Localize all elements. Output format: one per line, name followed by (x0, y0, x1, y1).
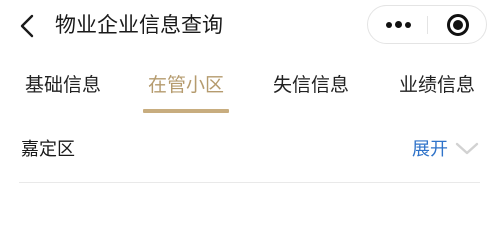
active-tab-indicator (143, 109, 229, 113)
tab-bar: 基础信息 在管小区 失信信息 业绩信息 (0, 62, 499, 114)
more-button[interactable] (368, 6, 427, 43)
expand-button[interactable]: 展开 (412, 137, 448, 163)
region-row[interactable]: 嘉定区 展开 (0, 118, 499, 182)
close-button[interactable] (428, 6, 487, 43)
tab-managed-communities[interactable]: 在管小区 (148, 72, 224, 98)
back-arrow-icon (20, 14, 34, 38)
tab-performance-info[interactable]: 业绩信息 (399, 72, 475, 98)
back-button[interactable] (12, 10, 44, 42)
mini-program-capsule (367, 5, 487, 44)
navigation-bar: 物业企业信息查询 (0, 0, 499, 52)
chevron-down-icon[interactable] (455, 140, 479, 158)
tab-basic-info[interactable]: 基础信息 (25, 72, 101, 98)
page-title: 物业企业信息查询 (55, 13, 223, 37)
region-name: 嘉定区 (21, 139, 75, 160)
more-dots-icon (386, 22, 392, 28)
tab-dishonesty-info[interactable]: 失信信息 (273, 72, 349, 98)
row-divider (19, 182, 480, 183)
